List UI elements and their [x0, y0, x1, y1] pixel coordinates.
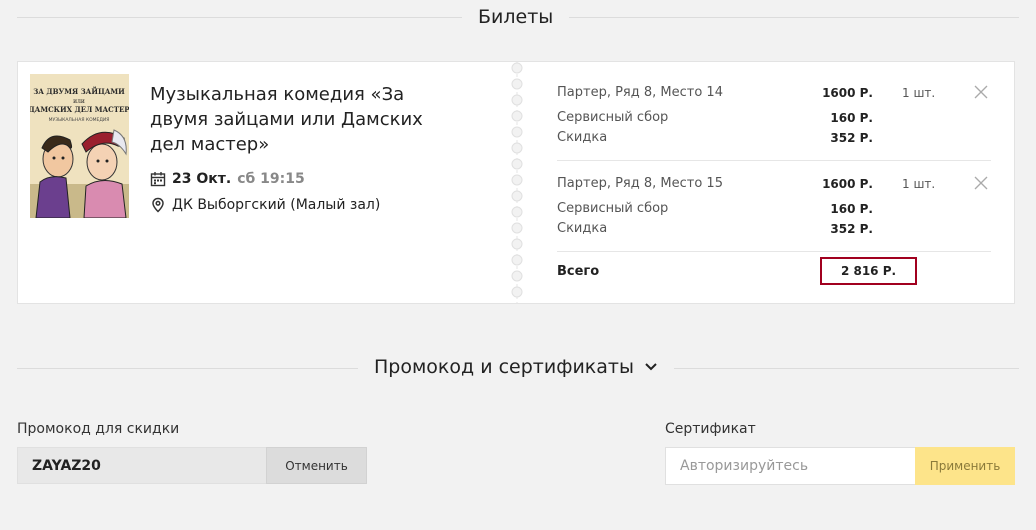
service-fee-label: Сервисный сбор: [557, 110, 669, 125]
seat-location: Партер, Ряд 8, Место 14: [557, 85, 723, 100]
service-fee-label: Сервисный сбор: [557, 201, 669, 216]
tickets-section-title: Билеты: [462, 6, 570, 28]
remove-seat-button[interactable]: [973, 175, 989, 191]
promo-section-toggle[interactable]: Промокод и сертификаты: [358, 356, 674, 378]
svg-text:МУЗЫКАЛЬНАЯ КОМЕДИЯ: МУЗЫКАЛЬНАЯ КОМЕДИЯ: [49, 117, 110, 123]
event-poster: ЗА ДВУМЯ ЗАЙЦАМИ или ДАМСКИХ ДЕЛ МАСТЕР …: [30, 74, 129, 218]
calendar-icon: [150, 172, 166, 187]
seat-list: Партер, Ряд 8, Место 14 1600 Р. 1 шт. Се…: [557, 70, 991, 292]
total-row: Всего 2 816 Р.: [557, 252, 991, 292]
poster-illustration: ЗА ДВУМЯ ЗАЙЦАМИ или ДАМСКИХ ДЕЛ МАСТЕР …: [30, 74, 129, 218]
event-datetime: 23 Окт. сб 19:15: [150, 171, 450, 187]
event-title[interactable]: Музыкальная комедия «За двумя зайцами ил…: [150, 82, 450, 157]
certificate-input[interactable]: Авторизируйтесь: [665, 447, 916, 485]
event-info: Музыкальная комедия «За двумя зайцами ил…: [150, 82, 450, 213]
ticket-card: ЗА ДВУМЯ ЗАЙЦАМИ или ДАМСКИХ ДЕЛ МАСТЕР …: [17, 61, 1015, 304]
venue-name: ДК Выборгский (Малый зал): [172, 197, 381, 213]
promo-code-input[interactable]: ZAYAZ20: [17, 447, 267, 484]
certificate-label: Сертификат: [665, 421, 756, 437]
discount-label: Скидка: [557, 130, 608, 145]
seat-quantity: 1 шт.: [902, 86, 936, 100]
discount-value: 352 Р.: [830, 131, 873, 145]
ticket-perforation: [511, 62, 523, 303]
svg-text:ЗА ДВУМЯ ЗАЙЦАМИ: ЗА ДВУМЯ ЗАЙЦАМИ: [33, 86, 125, 96]
seat-price: 1600 Р.: [822, 86, 873, 100]
close-icon: [974, 176, 988, 190]
chevron-down-icon: [645, 363, 657, 371]
service-fee-value: 160 Р.: [830, 111, 873, 125]
seat-price: 1600 Р.: [822, 177, 873, 191]
seat-item: Партер, Ряд 8, Место 14 1600 Р. 1 шт. Се…: [557, 70, 991, 161]
total-value: 2 816 Р.: [820, 257, 917, 285]
seat-quantity: 1 шт.: [902, 177, 936, 191]
apply-certificate-button[interactable]: Применить: [915, 447, 1015, 485]
total-label: Всего: [557, 264, 600, 279]
remove-seat-button[interactable]: [973, 84, 989, 100]
tickets-title-text: Билеты: [478, 6, 554, 28]
event-time: сб 19:15: [237, 171, 305, 187]
discount-value: 352 Р.: [830, 222, 873, 236]
cancel-promo-button[interactable]: Отменить: [266, 447, 367, 484]
promo-section-title: Промокод и сертификаты: [374, 356, 634, 378]
event-venue: ДК Выборгский (Малый зал): [150, 197, 450, 213]
discount-label: Скидка: [557, 221, 608, 236]
location-pin-icon: [152, 197, 164, 213]
seat-location: Партер, Ряд 8, Место 15: [557, 176, 723, 191]
seat-item: Партер, Ряд 8, Место 15 1600 Р. 1 шт. Се…: [557, 161, 991, 252]
close-icon: [974, 85, 988, 99]
promo-label: Промокод для скидки: [17, 421, 180, 437]
svg-text:ДАМСКИХ ДЕЛ МАСТЕР: ДАМСКИХ ДЕЛ МАСТЕР: [30, 105, 129, 114]
svg-text:или: или: [73, 98, 85, 105]
service-fee-value: 160 Р.: [830, 202, 873, 216]
event-date: 23 Окт.: [172, 171, 232, 187]
